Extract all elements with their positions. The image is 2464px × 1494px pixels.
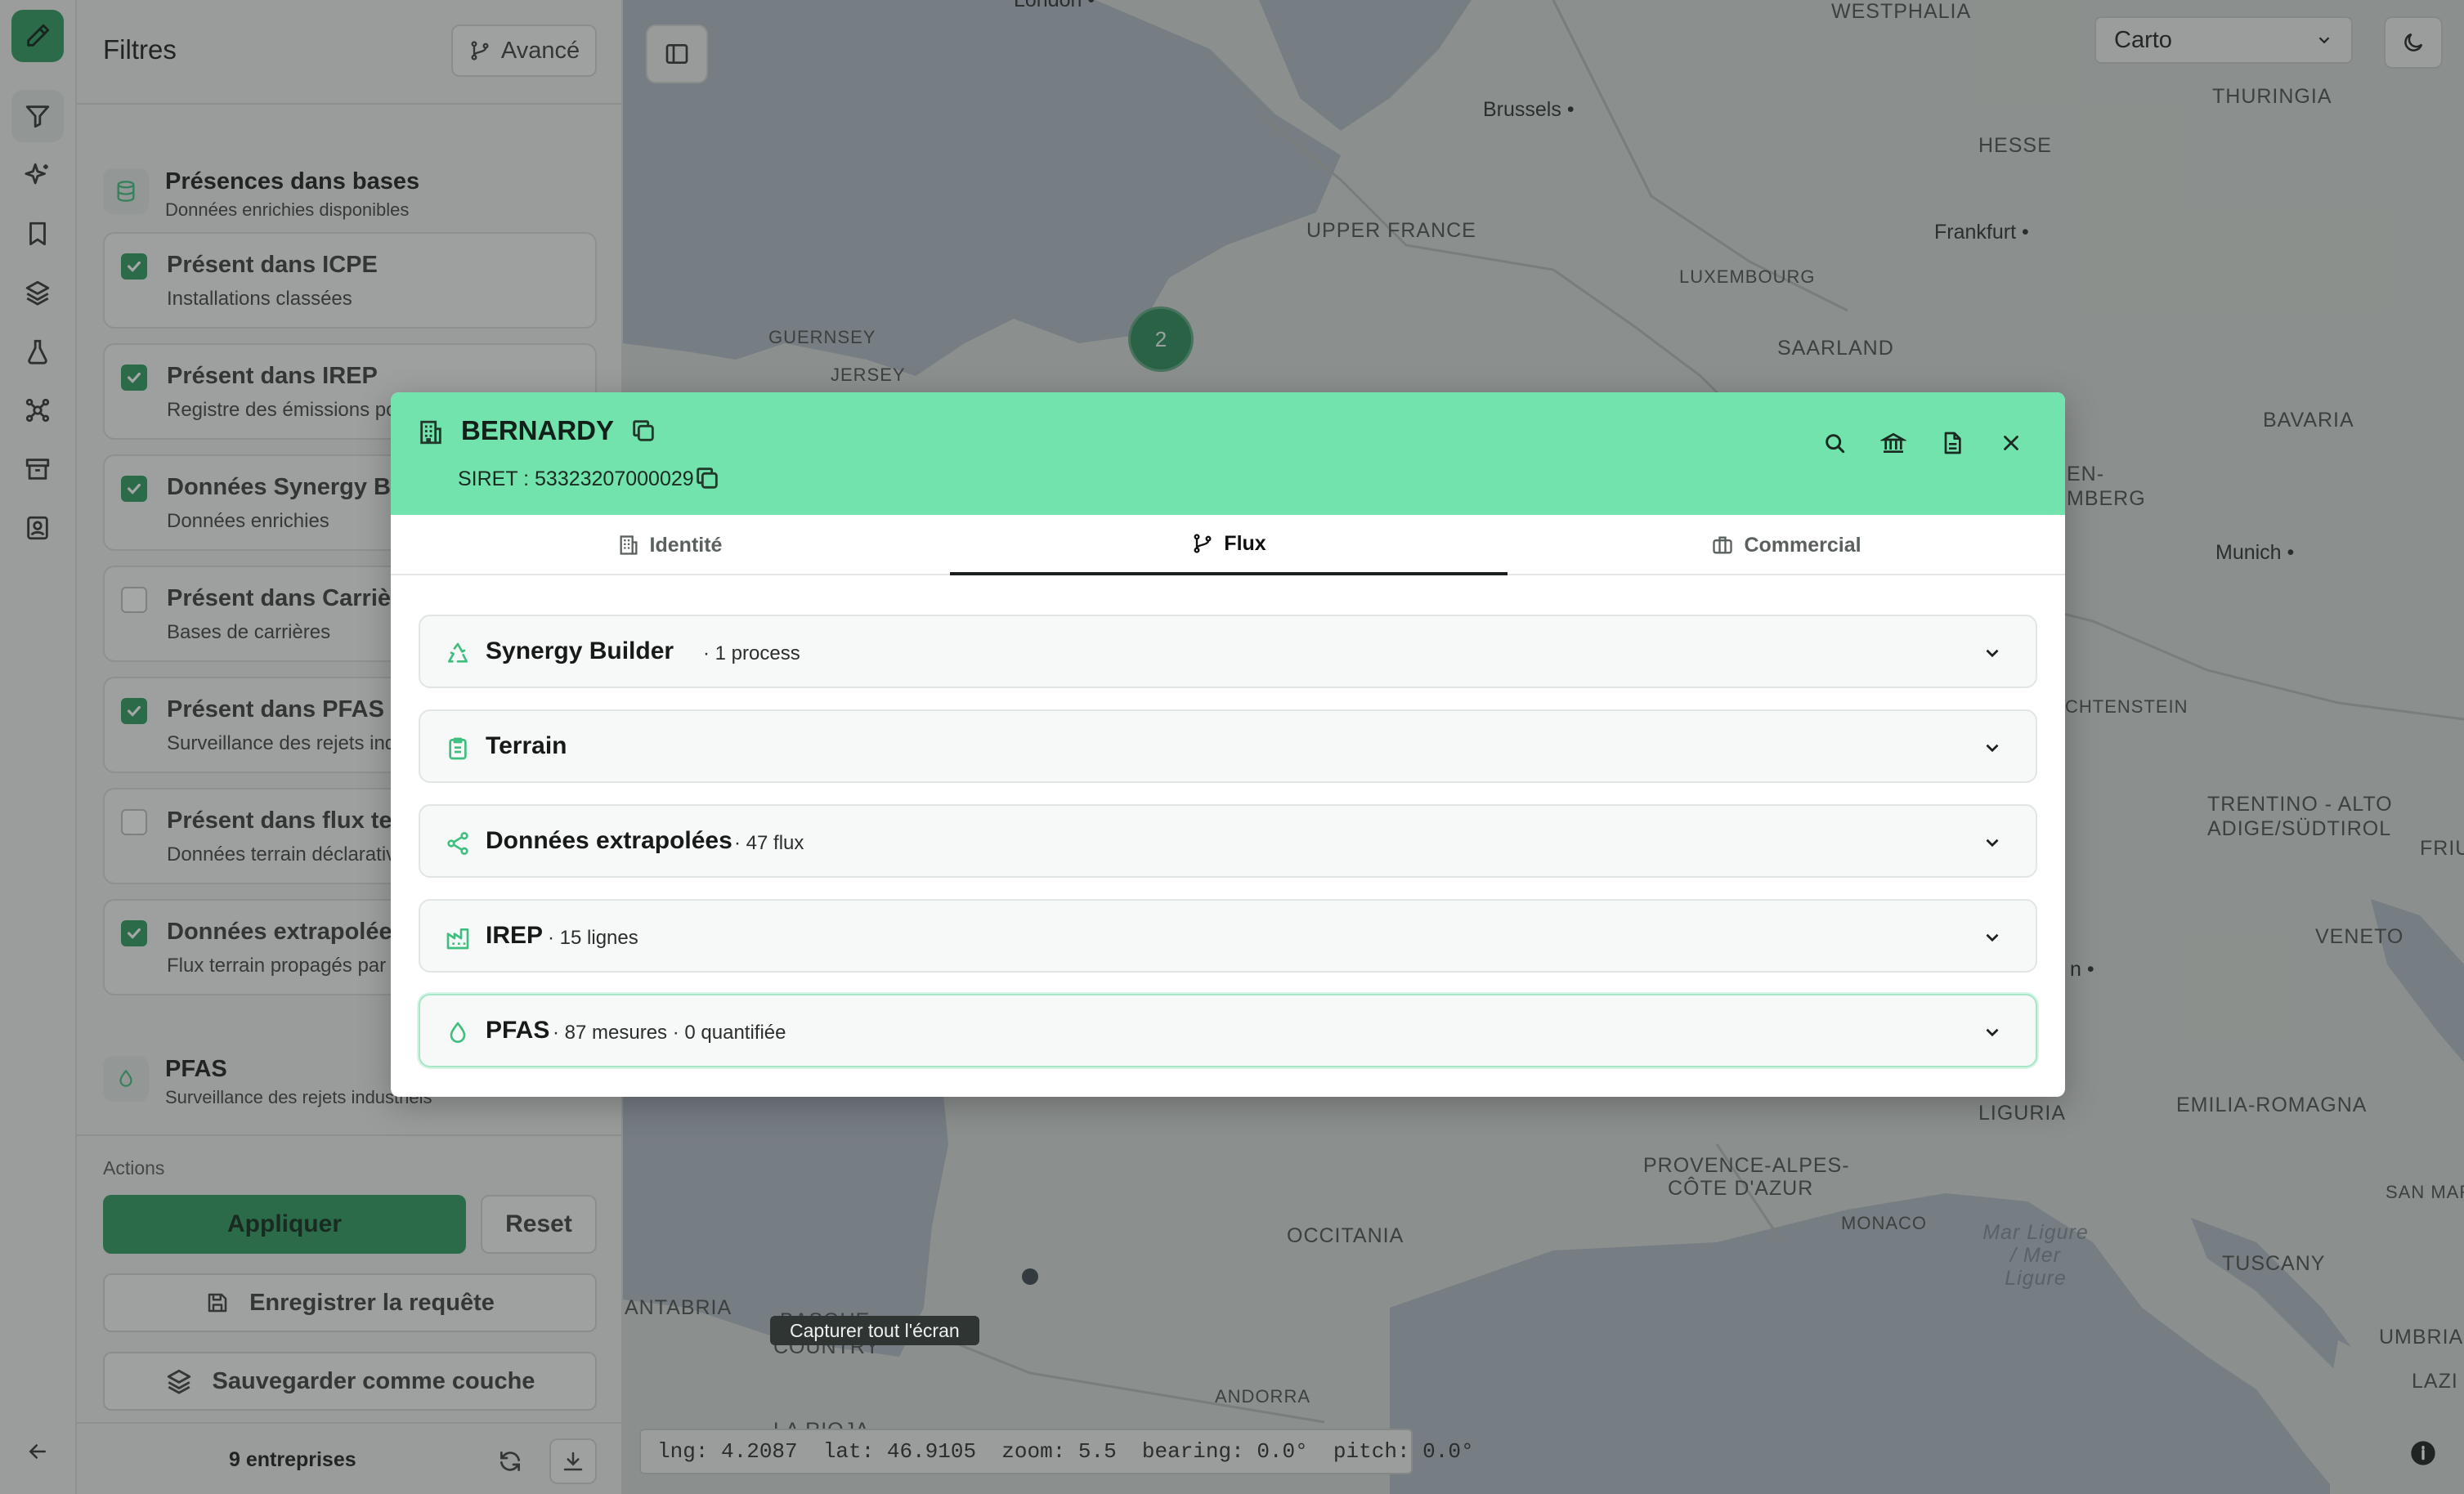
bank-icon[interactable] [1872,422,1915,464]
chevron-down-icon [1986,1028,1999,1037]
recycle-icon [448,642,468,663]
tab-label: Identité [649,533,723,557]
section-title: IREP [486,922,544,949]
file-text-icon[interactable] [1931,422,1973,464]
section-meta: · 15 lignes [548,927,638,949]
capture-tooltip: Capturer tout l'écran [770,1316,979,1345]
company-name: BERNARDY [461,415,615,445]
share-icon [447,832,468,855]
building-icon [420,420,441,445]
section-pfas[interactable]: PFAS · 87 mesures · 0 quantifiée [419,994,2037,1067]
clipboard-icon [449,737,467,760]
company-detail-modal: BERNARDY SIRET : 53323207000029 Identité… [391,392,2065,1097]
section-donnees-extrapolees[interactable]: Données extrapolées · 47 flux [419,804,2037,878]
droplet-icon [450,1022,466,1043]
search-icon[interactable] [1813,422,1856,464]
section-title: PFAS [486,1017,550,1044]
section-synergy-builder[interactable]: Synergy Builder · 1 process [419,615,2037,688]
copy-icon[interactable] [629,417,657,445]
close-icon[interactable] [1990,422,2032,464]
git-branch-icon [1194,534,1212,553]
section-meta: · 1 process [703,642,800,664]
copy-icon[interactable] [693,464,721,492]
section-irep[interactable]: IREP · 15 lignes [419,899,2037,973]
section-meta: · 47 flux [734,832,804,854]
section-title: Données extrapolées [486,827,732,854]
chevron-down-icon [1986,933,1999,942]
tab-label: Flux [1224,531,1266,555]
section-terrain[interactable]: Terrain [419,709,2037,783]
tab-identite[interactable]: Identité [391,515,948,575]
factory-icon [446,928,469,950]
tab-flux[interactable]: Flux [950,515,1508,575]
building-icon [620,535,638,555]
modal-header: BERNARDY SIRET : 53323207000029 [391,392,2065,515]
section-meta: · 87 mesures · 0 quantifiée [553,1022,786,1044]
section-title: Terrain [486,732,567,759]
tab-label: Commercial [1744,533,1861,557]
briefcase-icon [1713,536,1733,554]
chevron-down-icon [1986,744,1999,753]
modal-tabs: Identité Flux Commercial [391,515,2065,575]
chevron-down-icon [1986,649,1999,658]
siret-label: SIRET : 53323207000029 [458,467,694,490]
chevron-down-icon [1986,839,1999,848]
section-title: Synergy Builder [486,637,674,664]
tab-commercial[interactable]: Commercial [1508,515,2065,575]
